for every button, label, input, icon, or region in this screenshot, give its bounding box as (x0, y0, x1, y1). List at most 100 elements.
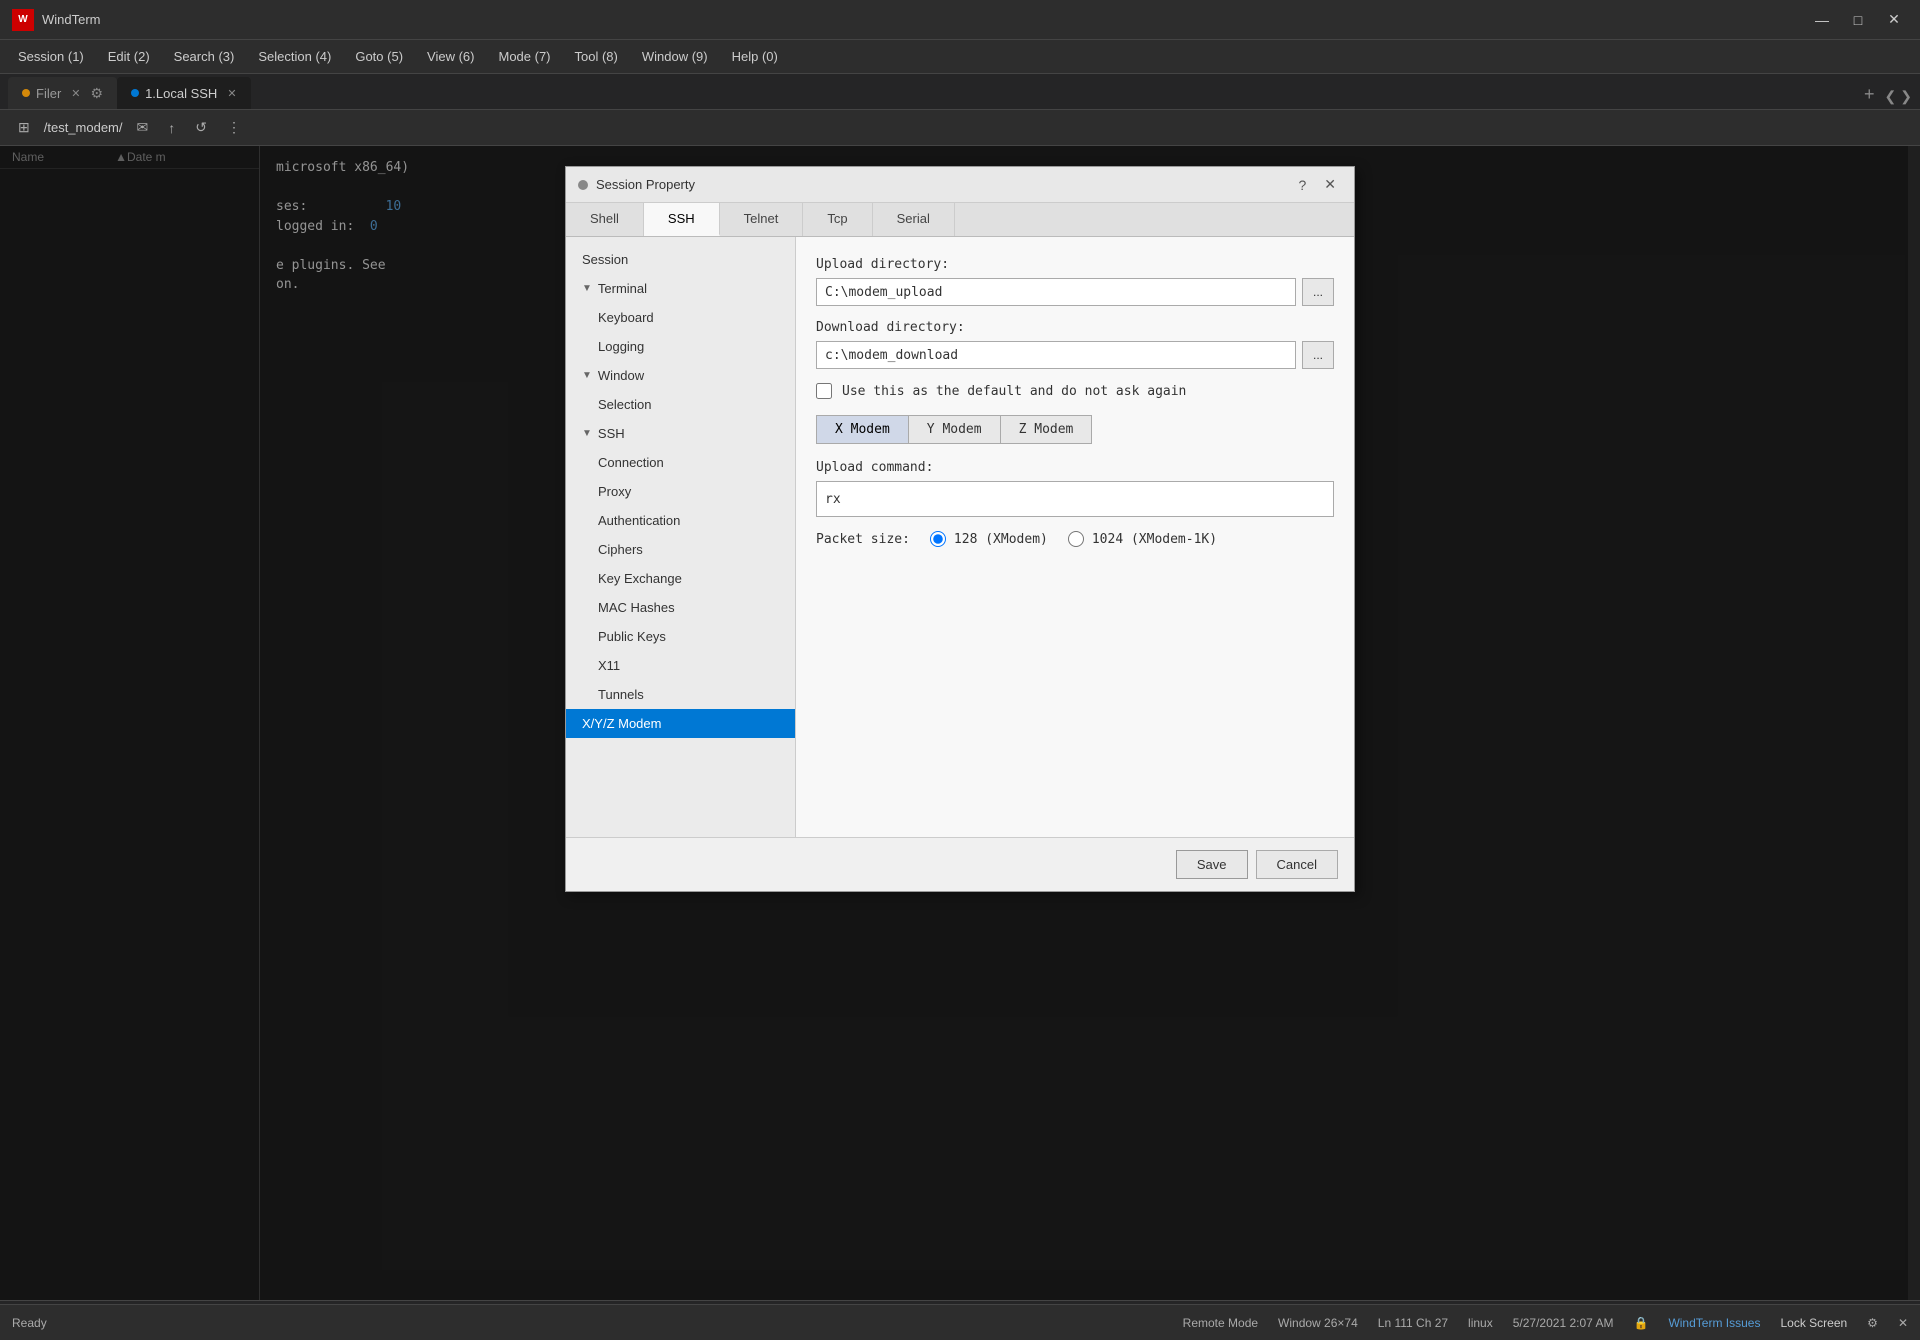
menu-selection[interactable]: Selection (4) (248, 45, 341, 68)
sidebar-item-selection[interactable]: Selection (566, 390, 795, 419)
default-checkbox[interactable] (816, 383, 832, 399)
tab-label-localssh: 1.Local SSH (145, 86, 217, 101)
sidebar-item-session[interactable]: Session (566, 245, 795, 274)
sidebar-item-connection[interactable]: Connection (566, 448, 795, 477)
tab-close-filer[interactable]: ✕ (71, 87, 80, 100)
minimize-button[interactable]: — (1808, 6, 1836, 34)
radio-1024-label[interactable]: 1024 (XModem-1K) (1092, 532, 1217, 547)
sidebar-item-key-exchange[interactable]: Key Exchange (566, 564, 795, 593)
window-expand-icon: ▼ (582, 370, 592, 381)
save-button[interactable]: Save (1176, 850, 1248, 879)
windterm-issues-link[interactable]: WindTerm Issues (1668, 1316, 1760, 1330)
tab-filer[interactable]: Filer ✕ ⚙ (8, 77, 117, 109)
tab-localssh[interactable]: 1.Local SSH ✕ (117, 77, 250, 109)
tab-dot-localssh (131, 89, 139, 97)
cancel-button[interactable]: Cancel (1256, 850, 1338, 879)
status-datetime: 5/27/2021 2:07 AM (1513, 1316, 1614, 1330)
sidebar-item-ciphers[interactable]: Ciphers (566, 535, 795, 564)
toolbar-mail-btn[interactable]: ✉ (131, 117, 155, 138)
modal-sidebar: Session ▼ Terminal Keyboard Logging ▼ Wi… (566, 237, 796, 837)
sidebar-item-tunnels[interactable]: Tunnels (566, 680, 795, 709)
menu-goto[interactable]: Goto (5) (345, 45, 413, 68)
toolbar-up-btn[interactable]: ↑ (162, 118, 181, 138)
modal-help-button[interactable]: ? (1292, 174, 1312, 195)
sidebar-group-ssh-label: SSH (598, 426, 625, 441)
packet-size-row: Packet size: 128 (XModem) 1024 (XModem-1… (816, 531, 1334, 547)
packet-size-label: Packet size: (816, 532, 910, 547)
modal-title-dot (578, 180, 588, 190)
modal-tabs: Shell SSH Telnet Tcp Serial (566, 203, 1354, 237)
toolbar-back-btn[interactable]: ⊞ (12, 117, 36, 138)
close-button[interactable]: ✕ (1880, 6, 1908, 34)
radio-128-input[interactable] (930, 531, 946, 547)
sidebar-item-authentication[interactable]: Authentication (566, 506, 795, 535)
maximize-button[interactable]: □ (1844, 6, 1872, 34)
menu-tool[interactable]: Tool (8) (565, 45, 628, 68)
status-close-button[interactable]: ✕ (1898, 1316, 1908, 1330)
sidebar-item-x11[interactable]: X11 (566, 651, 795, 680)
modal-controls: ? ✕ (1292, 174, 1342, 195)
menu-search[interactable]: Search (3) (164, 45, 245, 68)
modal-tab-tcp[interactable]: Tcp (803, 203, 872, 236)
upload-browse-button[interactable]: ... (1302, 278, 1334, 306)
title-bar: W WindTerm — □ ✕ (0, 0, 1920, 40)
modal-footer: Save Cancel (566, 837, 1354, 891)
status-cursor: Ln 111 Ch 27 (1378, 1316, 1448, 1330)
sidebar-item-mac-hashes[interactable]: MAC Hashes (566, 593, 795, 622)
tab-dot-filer (22, 89, 30, 97)
terminal-expand-icon: ▼ (582, 283, 592, 294)
menu-bar: Session (1) Edit (2) Search (3) Selectio… (0, 40, 1920, 74)
modal-titlebar: Session Property ? ✕ (566, 167, 1354, 203)
modal-tab-shell[interactable]: Shell (566, 203, 644, 236)
upload-cmd-input[interactable] (816, 481, 1334, 517)
menu-session[interactable]: Session (1) (8, 45, 94, 68)
modem-tabs: X Modem Y Modem Z Modem (816, 415, 1092, 444)
title-text: WindTerm (42, 12, 1808, 27)
modal-close-button[interactable]: ✕ (1318, 174, 1342, 195)
sidebar-item-xyz-modem[interactable]: X/Y/Z Modem (566, 709, 795, 738)
sidebar-group-window[interactable]: ▼ Window (566, 361, 795, 390)
sidebar-item-proxy[interactable]: Proxy (566, 477, 795, 506)
download-browse-button[interactable]: ... (1302, 341, 1334, 369)
sidebar-item-logging[interactable]: Logging (566, 332, 795, 361)
tab-label-filer: Filer (36, 86, 61, 101)
sidebar-group-ssh[interactable]: ▼ SSH (566, 419, 795, 448)
default-checkbox-label[interactable]: Use this as the default and do not ask a… (842, 384, 1186, 399)
toolbar-menu-btn[interactable]: ⋮ (221, 117, 247, 138)
status-gear-button[interactable]: ⚙ (1867, 1316, 1878, 1330)
sidebar-item-public-keys[interactable]: Public Keys (566, 622, 795, 651)
modem-tab-x[interactable]: X Modem (817, 416, 909, 443)
radio-1024-input[interactable] (1068, 531, 1084, 547)
tab-add-button[interactable]: + (1854, 80, 1885, 109)
sidebar-group-window-label: Window (598, 368, 644, 383)
modal-tab-ssh[interactable]: SSH (644, 203, 720, 236)
tab-arrows: ❮ ❯ (1885, 88, 1912, 109)
main-content: Name ▲ Date m microsoft x86_64) ses: 10 … (0, 146, 1920, 1300)
tab-gear-filer[interactable]: ⚙ (91, 85, 104, 102)
status-ready: Ready (12, 1316, 47, 1330)
upload-cmd-label: Upload command: (816, 460, 1334, 475)
download-dir-label: Download directory: (816, 320, 1334, 335)
menu-window[interactable]: Window (9) (632, 45, 718, 68)
modem-tab-z[interactable]: Z Modem (1001, 416, 1092, 443)
tab-right-arrow[interactable]: ❯ (1900, 88, 1912, 105)
toolbar-refresh-btn[interactable]: ↺ (189, 117, 213, 138)
menu-help[interactable]: Help (0) (722, 45, 788, 68)
status-bar: Ready Remote Mode Window 26×74 Ln 111 Ch… (0, 1304, 1920, 1340)
lock-screen-button[interactable]: Lock Screen (1780, 1316, 1847, 1330)
radio-128-label[interactable]: 128 (XModem) (954, 532, 1048, 547)
menu-edit[interactable]: Edit (2) (98, 45, 160, 68)
sidebar-group-terminal[interactable]: ▼ Terminal (566, 274, 795, 303)
download-dir-input[interactable] (816, 341, 1296, 369)
tab-close-localssh[interactable]: ✕ (227, 87, 236, 100)
session-property-dialog: Session Property ? ✕ Shell SSH Telnet Tc… (565, 166, 1355, 892)
sidebar-item-keyboard[interactable]: Keyboard (566, 303, 795, 332)
upload-dir-input[interactable] (816, 278, 1296, 306)
modal-content: Upload directory: ... Download directory… (796, 237, 1354, 837)
modem-tab-y[interactable]: Y Modem (909, 416, 1001, 443)
modal-tab-serial[interactable]: Serial (873, 203, 955, 236)
modal-tab-telnet[interactable]: Telnet (720, 203, 804, 236)
tab-left-arrow[interactable]: ❮ (1885, 88, 1897, 105)
menu-mode[interactable]: Mode (7) (488, 45, 560, 68)
menu-view[interactable]: View (6) (417, 45, 484, 68)
